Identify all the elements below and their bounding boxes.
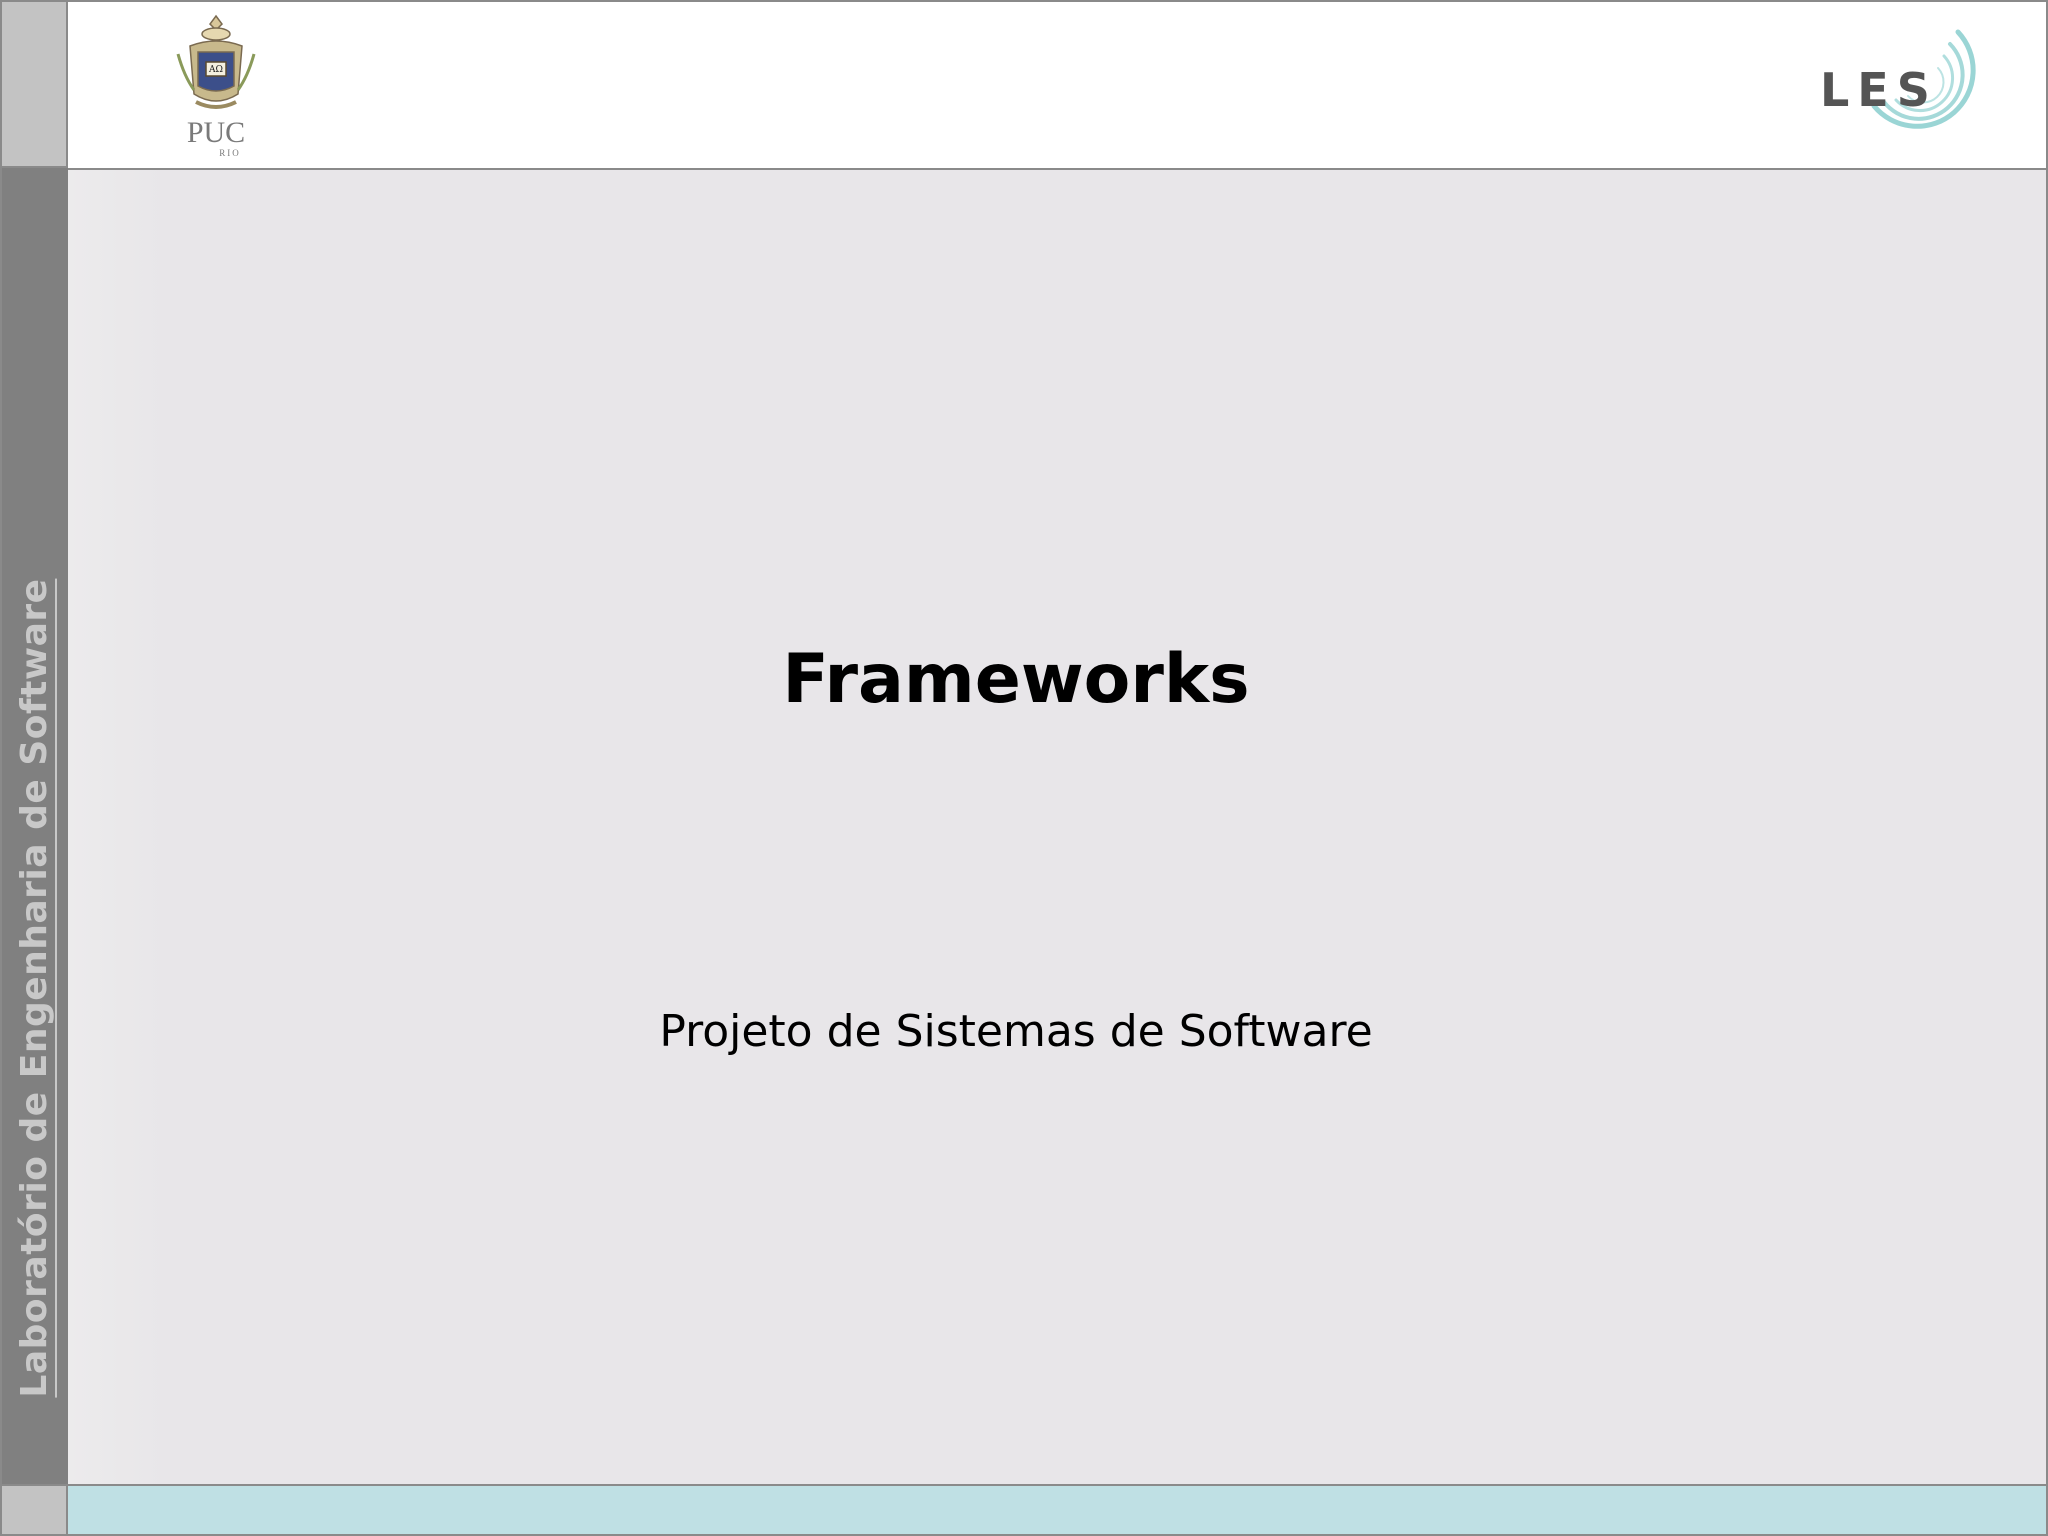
les-logo: LES <box>1820 29 1976 129</box>
rio-text: RIO <box>219 148 241 158</box>
sidebar-top-block <box>0 0 68 168</box>
content-area <box>68 170 2048 1484</box>
svg-text:ΑΩ: ΑΩ <box>208 65 223 75</box>
sidebar: Laboratório de Engenharia de Software <box>0 168 68 1484</box>
les-text: LES <box>1820 63 1938 117</box>
content-shade <box>68 170 168 1484</box>
header: ΑΩ PUC RIO LES <box>68 0 2048 170</box>
slide-title: Frameworks <box>782 640 1250 719</box>
footer-bar <box>68 1484 2048 1536</box>
slide-subtitle: Projeto de Sistemas de Software <box>659 1006 1373 1057</box>
slide: Laboratório de Engenharia de Software ΑΩ… <box>0 0 2048 1536</box>
puc-text: PUC <box>187 116 245 149</box>
sidebar-bottom-block <box>0 1484 68 1536</box>
puc-rio-logo: ΑΩ PUC RIO <box>176 14 256 158</box>
